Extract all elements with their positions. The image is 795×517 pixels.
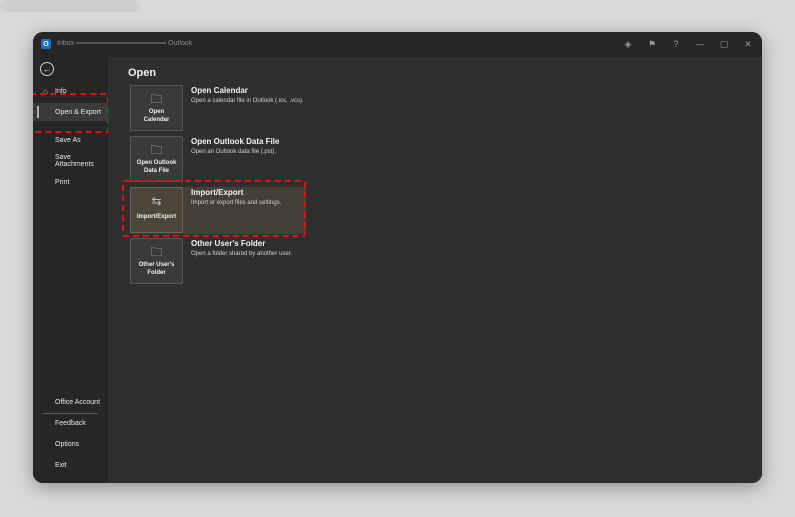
sidebar-item-exit[interactable]: Exit (33, 456, 108, 474)
window-title-suffix: Outlook (168, 40, 193, 47)
tile-label: Open Outlook Data File (136, 160, 177, 174)
page-title: Open (128, 67, 157, 79)
maximize-button[interactable]: ▢ (718, 38, 730, 50)
sidebar-item-feedback[interactable]: Feedback (33, 414, 108, 432)
sidebar-item-save-attachments[interactable]: Save Attachments (33, 152, 108, 170)
sidebar-item-label: Print (55, 178, 70, 186)
background-blur (0, 0, 140, 12)
option-open-data-file[interactable]: 🗀 Open Outlook Data File Open Outlook Da… (130, 136, 306, 183)
gem-icon[interactable]: ◈ (622, 38, 634, 50)
minimize-button[interactable]: — (694, 38, 706, 50)
highlight-open-export (33, 93, 109, 133)
sidebar-item-label: Exit (55, 461, 67, 469)
sidebar-item-office-account[interactable]: Office Account (33, 393, 108, 411)
title-bar: O Inbox Outlook ◈ ⚑ ? — ▢ ✕ (33, 32, 762, 57)
redacted-text (76, 42, 167, 45)
highlight-import-export (122, 180, 306, 237)
window-title-prefix: Inbox (57, 40, 75, 47)
help-icon[interactable]: ? (670, 38, 682, 50)
main-content: Open 🗀 Open Calendar Open Calendar Open … (108, 57, 762, 483)
shared-folder-icon: 🗀 (150, 245, 163, 259)
open-calendar-tile[interactable]: 🗀 Open Calendar (130, 85, 183, 131)
outlook-window: O Inbox Outlook ◈ ⚑ ? — ▢ ✕ ← ⌂ Info Open… (33, 32, 762, 483)
tile-label: Open Calendar (143, 109, 170, 123)
option-title: Open Calendar (191, 86, 248, 95)
sidebar-item-label: Options (55, 440, 80, 448)
sidebar-item-label: Office Account (55, 398, 101, 406)
window-title: Inbox Outlook (57, 40, 192, 47)
back-arrow-icon[interactable]: ← (40, 62, 54, 76)
outlook-app-icon: O (41, 39, 51, 49)
other-users-folder-tile[interactable]: 🗀 Other User's Folder (130, 238, 183, 284)
option-description: Open a calendar file in Outlook (.ics, .… (191, 98, 304, 104)
open-data-file-tile[interactable]: 🗀 Open Outlook Data File (130, 136, 183, 182)
tile-label: Other User's Folder (138, 262, 175, 276)
option-description: Open an Outlook data file (.pst). (191, 149, 277, 155)
option-title: Other User's Folder (191, 239, 266, 248)
sidebar-item-save-as[interactable]: Save As (33, 131, 108, 149)
sidebar-item-options[interactable]: Options (33, 435, 108, 453)
sidebar-item-label: Save Attachments (55, 154, 94, 168)
data-file-folder-icon: 🗀 (150, 143, 163, 157)
close-button[interactable]: ✕ (742, 38, 754, 50)
option-description: Open a folder shared by another user. (191, 251, 293, 257)
sidebar-item-label: Save As (55, 136, 81, 144)
option-title: Open Outlook Data File (191, 137, 280, 146)
sidebar-item-label: Feedback (55, 419, 86, 427)
sidebar-item-print[interactable]: Print (33, 173, 108, 191)
feedback-icon[interactable]: ⚑ (646, 38, 658, 50)
calendar-folder-icon: 🗀 (150, 92, 163, 106)
option-open-calendar[interactable]: 🗀 Open Calendar Open Calendar Open a cal… (130, 85, 306, 132)
option-other-users-folder[interactable]: 🗀 Other User's Folder Other User's Folde… (130, 238, 306, 285)
